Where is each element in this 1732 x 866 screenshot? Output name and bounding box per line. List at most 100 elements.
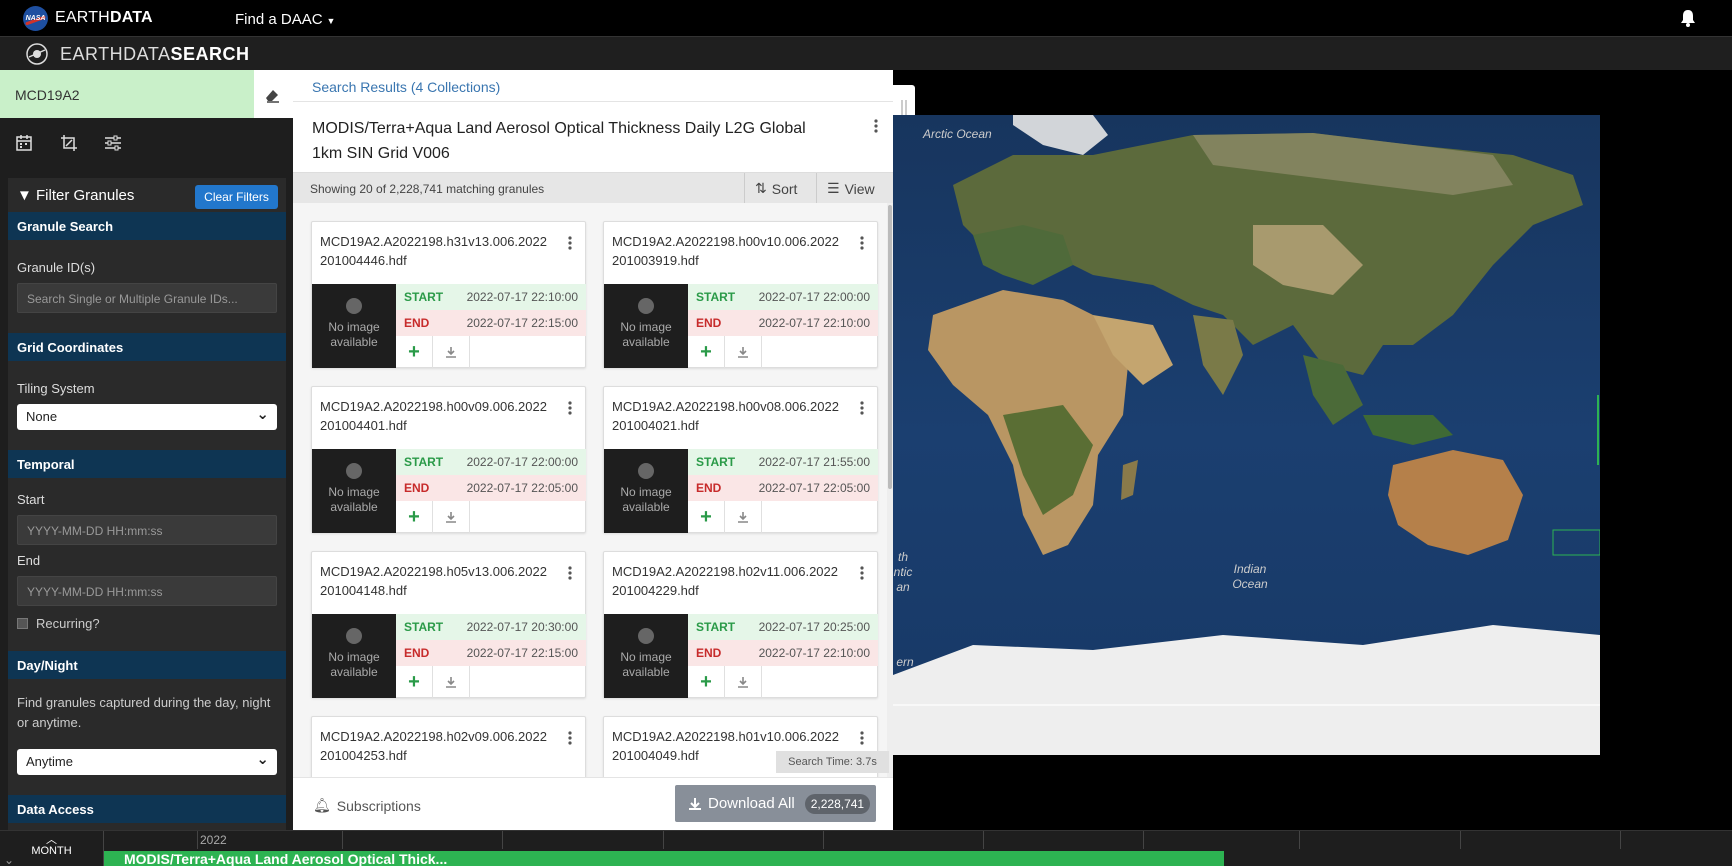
- globe-icon: [638, 463, 654, 479]
- brand-bold: DATA: [109, 9, 153, 26]
- download-granule-button[interactable]: [725, 501, 762, 533]
- granule-more-icon[interactable]: [854, 730, 870, 746]
- granule-name[interactable]: MCD19A2.A2022198.h00v10.006.202220100391…: [612, 232, 844, 270]
- end-date-input[interactable]: YYYY-MM-DD HH:mm:ss: [17, 576, 277, 606]
- granule-end-row: END 2022-07-17 22:15:00: [396, 310, 586, 336]
- granule-thumbnail: No image available: [604, 284, 688, 368]
- map-view[interactable]: Arctic Ocean Indian Ocean th ntic an ern: [893, 115, 1600, 755]
- search-results-panel: Search Results (4 Collections) MODIS/Ter…: [293, 70, 893, 830]
- download-granule-button[interactable]: [433, 666, 470, 698]
- add-granule-button[interactable]: +: [688, 501, 725, 533]
- granule-card[interactable]: MCD19A2.A2022198.h00v08.006.202220100402…: [603, 386, 878, 533]
- recurring-label: Recurring?: [36, 616, 100, 631]
- end-label: END: [404, 316, 430, 330]
- no-image-text: No image available: [328, 650, 380, 679]
- start-label: START: [696, 620, 736, 634]
- add-granule-button[interactable]: +: [688, 336, 725, 368]
- collection-more-icon[interactable]: [868, 118, 884, 134]
- clear-filters-button[interactable]: Clear Filters: [195, 185, 278, 209]
- granule-more-icon[interactable]: [562, 565, 578, 581]
- search-results-breadcrumb[interactable]: Search Results (4 Collections): [312, 79, 500, 95]
- granule-name[interactable]: MCD19A2.A2022198.h02v11.006.202220100422…: [612, 562, 844, 600]
- chevron-up-icon[interactable]: ︿: [0, 835, 103, 846]
- download-granule-button[interactable]: [433, 336, 470, 368]
- download-granule-button[interactable]: [725, 336, 762, 368]
- view-button[interactable]: ☰ View: [816, 173, 885, 204]
- granule-name[interactable]: MCD19A2.A2022198.h02v09.006.202220100425…: [320, 727, 552, 765]
- download-granule-button[interactable]: [433, 501, 470, 533]
- add-granule-button[interactable]: +: [688, 666, 725, 698]
- add-granule-button[interactable]: +: [396, 501, 433, 533]
- granule-card[interactable]: MCD19A2.A2022198.h00v09.006.202220100440…: [311, 386, 586, 533]
- list-icon: ☰: [827, 180, 840, 196]
- granule-start-row: START 2022-07-17 22:10:00: [396, 284, 586, 310]
- earthdata-brand[interactable]: EARTHDATA: [55, 9, 153, 27]
- granule-start-row: START 2022-07-17 22:00:00: [688, 284, 878, 310]
- sliders-icon[interactable]: [104, 134, 122, 152]
- granule-name[interactable]: MCD19A2.A2022198.h00v09.006.202220100440…: [320, 397, 552, 435]
- bell-small-icon: 🔔︎: [313, 797, 331, 813]
- sort-button[interactable]: ⇅ Sort: [744, 173, 807, 204]
- recurring-checkbox[interactable]: [17, 618, 28, 629]
- granule-more-icon[interactable]: [562, 235, 578, 251]
- granule-name[interactable]: MCD19A2.A2022198.h31v13.006.202220100444…: [320, 232, 552, 270]
- start-date-input[interactable]: YYYY-MM-DD HH:mm:ss: [17, 515, 277, 545]
- download-count-badge: 2,228,741: [804, 793, 871, 814]
- bell-icon[interactable]: [1678, 8, 1698, 28]
- subscriptions-button[interactable]: 🔔︎ Subscriptions: [313, 797, 421, 814]
- timeline-zoom-control[interactable]: ︿ MONTH: [0, 831, 104, 866]
- timeline-collection-bar[interactable]: MODIS/Terra+Aqua Land Aerosol Optical Th…: [104, 851, 1224, 866]
- start-label: START: [404, 455, 444, 469]
- granule-more-icon[interactable]: [854, 235, 870, 251]
- view-label: View: [844, 180, 875, 197]
- granule-more-icon[interactable]: [854, 400, 870, 416]
- granule-thumbnail: No image available: [604, 449, 688, 533]
- recurring-row[interactable]: Recurring?: [17, 616, 277, 631]
- day-night-select[interactable]: Anytime: [17, 749, 277, 775]
- scroll-thumb[interactable]: [888, 205, 892, 489]
- granule-more-icon[interactable]: [854, 565, 870, 581]
- crop-icon[interactable]: [60, 134, 78, 152]
- granule-count-text: Showing 20 of 2,228,741 matching granule…: [310, 182, 545, 196]
- granule-start-row: START 2022-07-17 20:30:00: [396, 614, 586, 640]
- granule-more-icon[interactable]: [562, 400, 578, 416]
- granule-card[interactable]: MCD19A2.A2022198.h05v13.006.202220100414…: [311, 551, 586, 698]
- nasa-logo[interactable]: NASA: [23, 6, 48, 31]
- granule-more-icon[interactable]: [562, 730, 578, 746]
- no-image-text: No image available: [328, 485, 380, 514]
- start-time: 2022-07-17 20:30:00: [466, 620, 578, 634]
- granule-ids-input[interactable]: Search Single or Multiple Granule IDs...: [17, 283, 277, 313]
- granule-card[interactable]: MCD19A2.A2022198.h31v13.006.202220100444…: [311, 221, 586, 368]
- results-breadcrumb-bar: Search Results (4 Collections): [293, 70, 893, 102]
- end-time: 2022-07-17 22:05:00: [758, 481, 870, 495]
- timeline-tick: [823, 831, 824, 849]
- filter-title: ▼ Filter Granules: [17, 187, 134, 204]
- data-access-section-header[interactable]: Data Access: [8, 795, 286, 823]
- day-night-section-header[interactable]: Day/Night: [8, 651, 286, 679]
- grid-coordinates-section-header[interactable]: Grid Coordinates: [8, 333, 286, 361]
- chevron-down-left-icon[interactable]: ⌄: [4, 853, 14, 866]
- granule-card[interactable]: MCD19A2.A2022198.h02v11.006.202220100422…: [603, 551, 878, 698]
- search-query-input[interactable]: MCD19A2: [0, 70, 254, 118]
- granule-thumbnail: No image available: [312, 614, 396, 698]
- collection-title: MODIS/Terra+Aqua Land Aerosol Optical Th…: [312, 120, 806, 162]
- granule-name[interactable]: MCD19A2.A2022198.h00v08.006.202220100402…: [612, 397, 844, 435]
- search-app-header: EARTHDATASEARCH: [0, 36, 1732, 70]
- add-granule-button[interactable]: +: [396, 666, 433, 698]
- download-granule-button[interactable]: [725, 666, 762, 698]
- eraser-icon[interactable]: [263, 87, 281, 103]
- earthdata-search-brand[interactable]: EARTHDATASEARCH: [60, 44, 250, 65]
- granule-name[interactable]: MCD19A2.A2022198.h05v13.006.202220100414…: [320, 562, 552, 600]
- temporal-section-header[interactable]: Temporal: [8, 450, 286, 478]
- download-all-button[interactable]: Download All 2,228,741: [675, 785, 876, 822]
- add-granule-button[interactable]: +: [396, 336, 433, 368]
- granule-search-section-header[interactable]: Granule Search: [8, 212, 286, 240]
- calendar-icon[interactable]: [15, 134, 33, 152]
- granule-start-row: START 2022-07-17 20:25:00: [688, 614, 878, 640]
- earthdata-search-logo-icon[interactable]: [25, 42, 49, 66]
- granule-card[interactable]: MCD19A2.A2022198.h00v10.006.202220100391…: [603, 221, 878, 368]
- tiling-system-select[interactable]: None: [17, 404, 277, 430]
- granule-card[interactable]: MCD19A2.A2022198.h02v09.006.202220100425…: [311, 716, 586, 777]
- download-icon: [738, 677, 748, 688]
- find-daac-menu[interactable]: Find a DAAC ▼: [235, 11, 335, 28]
